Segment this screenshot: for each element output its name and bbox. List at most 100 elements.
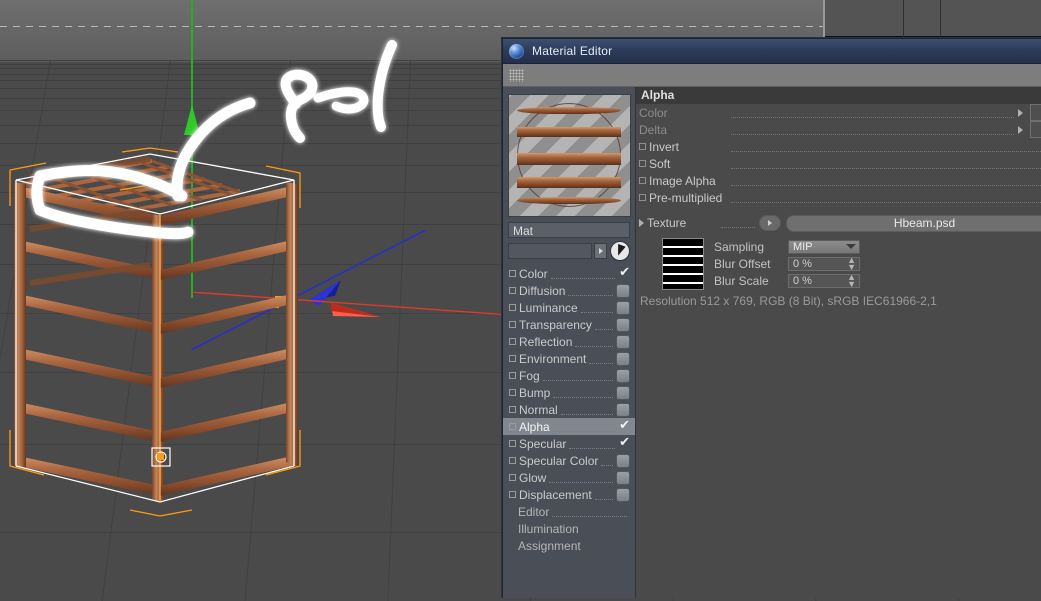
alpha-delta-row[interactable]: Delta — [636, 121, 1041, 138]
alpha-texture-thumbnail[interactable] — [662, 238, 704, 290]
panel-divider-1[interactable] — [823, 0, 825, 40]
material-selector-field[interactable] — [508, 243, 592, 259]
channel-row-alpha[interactable]: Alpha — [503, 417, 635, 435]
material-editor-window[interactable]: Material Editor Mat ColorD — [502, 38, 1041, 598]
channel-checkbox[interactable] — [616, 368, 630, 383]
texture-file-field[interactable]: Hbeam.psd — [786, 214, 1041, 232]
channel-label: Editor — [518, 504, 550, 519]
channel-row-editor[interactable]: Editor — [503, 503, 635, 520]
channel-label: Diffusion — [519, 283, 566, 298]
channel-checkbox[interactable] — [616, 453, 630, 468]
channel-checkbox[interactable] — [616, 283, 630, 298]
channel-checkbox[interactable] — [618, 264, 630, 280]
panel-divider-2[interactable] — [903, 0, 904, 40]
material-editor-titlebar[interactable]: Material Editor — [503, 39, 1041, 64]
delta-expand-icon[interactable] — [1018, 125, 1023, 134]
channel-enable-dot-icon[interactable] — [509, 355, 516, 362]
sampling-dropdown[interactable]: MIP — [788, 239, 860, 254]
alpha-image-alpha-row[interactable]: Image Alpha — [636, 172, 1041, 189]
material-preview-thumbnail[interactable] — [507, 94, 631, 217]
channel-row-glow[interactable]: Glow — [503, 469, 635, 486]
sampling-value: MIP — [793, 240, 813, 253]
blur-offset-row[interactable]: Blur Offset 0 % ▲ ▼ — [714, 255, 860, 272]
channel-enable-dot-icon[interactable] — [509, 423, 516, 430]
channel-row-specular[interactable]: Specular — [503, 434, 635, 452]
channel-enable-dot-icon[interactable] — [509, 491, 516, 498]
dotted-leader — [575, 337, 613, 347]
hand-drawn-annotation — [31, 40, 397, 240]
channel-enable-dot-icon[interactable] — [509, 270, 516, 277]
color-expand-icon[interactable] — [1018, 108, 1023, 117]
alpha-premultiplied-row[interactable]: Pre-multiplied — [636, 189, 1041, 206]
material-editor-body: Mat Color Diffusion Luminance Transparency R… — [503, 87, 1041, 598]
channel-checkbox[interactable] — [616, 402, 630, 417]
alpha-soft-row[interactable]: Soft — [636, 155, 1041, 172]
channel-enable-dot-icon[interactable] — [509, 406, 516, 413]
channel-row-transparency[interactable]: Transparency — [503, 316, 635, 333]
channel-row-displacement[interactable]: Displacement — [503, 486, 635, 503]
channel-enable-dot-icon[interactable] — [509, 338, 516, 345]
dotted-leader — [721, 218, 755, 228]
channel-row-environment[interactable]: Environment — [503, 350, 635, 367]
dotted-leader — [552, 507, 627, 517]
channel-label: Environment — [519, 351, 587, 366]
channel-row-fog[interactable]: Fog — [503, 367, 635, 384]
alpha-color-swatch[interactable] — [1030, 104, 1041, 121]
channel-enable-dot-icon[interactable] — [509, 321, 516, 328]
dotted-leader — [731, 108, 1014, 118]
blur-scale-input[interactable]: 0 % ▲ ▼ — [788, 272, 860, 288]
channel-row-assignment[interactable]: Assignment — [503, 537, 635, 554]
alpha-invert-row[interactable]: Invert — [636, 138, 1041, 155]
channel-row-reflection[interactable]: Reflection — [503, 333, 635, 350]
channel-checkbox[interactable] — [616, 470, 630, 485]
channel-enable-dot-icon[interactable] — [509, 457, 516, 464]
channel-label: Luminance — [519, 300, 578, 315]
alpha-texture-row[interactable]: Texture Hbeam.psd — [636, 212, 1041, 234]
pick-cursor-icon[interactable] — [610, 241, 630, 261]
channel-checkbox[interactable] — [616, 351, 630, 366]
texture-expand-icon[interactable] — [639, 219, 644, 227]
channel-enable-dot-icon[interactable] — [509, 372, 516, 379]
channel-enable-dot-icon[interactable] — [509, 389, 516, 396]
window-title: Material Editor — [532, 44, 613, 58]
channel-row-normal[interactable]: Normal — [503, 401, 635, 418]
stepper-icon[interactable]: ▲ ▼ — [847, 272, 856, 288]
alpha-delta-label: Delta — [639, 122, 668, 137]
parameter-dot-icon — [639, 143, 646, 150]
stepper-icon[interactable]: ▲ ▼ — [847, 255, 856, 271]
channel-checkbox[interactable] — [618, 417, 630, 433]
parameter-dot-icon — [639, 194, 646, 201]
material-name-field[interactable]: Mat — [508, 222, 630, 238]
channel-checkbox[interactable] — [616, 487, 630, 502]
alpha-color-row[interactable]: Color — [636, 104, 1041, 121]
channel-row-color[interactable]: Color — [503, 264, 635, 282]
channel-checkbox[interactable] — [616, 300, 630, 315]
sampling-row[interactable]: Sampling MIP — [714, 238, 860, 255]
channel-enable-dot-icon[interactable] — [509, 304, 516, 311]
selector-arrow-icon[interactable] — [594, 243, 607, 259]
channel-checkbox[interactable] — [616, 385, 630, 400]
dotted-leader — [594, 490, 613, 500]
blur-offset-input[interactable]: 0 % ▲ ▼ — [788, 255, 860, 271]
channel-row-illumination[interactable]: Illumination — [503, 520, 635, 537]
channel-row-luminance[interactable]: Luminance — [503, 299, 635, 316]
toolbar-grip-handle[interactable] — [509, 68, 524, 82]
dotted-leader — [580, 303, 613, 313]
parameter-dot-icon — [639, 160, 646, 167]
blur-scale-value: 0 % — [793, 274, 812, 287]
dotted-leader — [553, 388, 613, 398]
channel-row-bump[interactable]: Bump — [503, 384, 635, 401]
panel-divider-3[interactable] — [940, 0, 941, 40]
channel-checkbox[interactable] — [616, 334, 630, 349]
channel-enable-dot-icon[interactable] — [509, 287, 516, 294]
channel-row-specular-color[interactable]: Specular Color — [503, 452, 635, 469]
channel-checkbox[interactable] — [618, 434, 630, 450]
channel-row-diffusion[interactable]: Diffusion — [503, 282, 635, 299]
channel-enable-dot-icon[interactable] — [509, 440, 516, 447]
blur-scale-row[interactable]: Blur Scale 0 % ▲ ▼ — [714, 272, 860, 289]
alpha-delta-swatch[interactable] — [1030, 121, 1041, 138]
channel-enable-dot-icon[interactable] — [509, 474, 516, 481]
material-editor-toolbar[interactable] — [503, 64, 1041, 87]
channel-checkbox[interactable] — [616, 317, 630, 332]
texture-menu-button[interactable] — [759, 215, 781, 231]
